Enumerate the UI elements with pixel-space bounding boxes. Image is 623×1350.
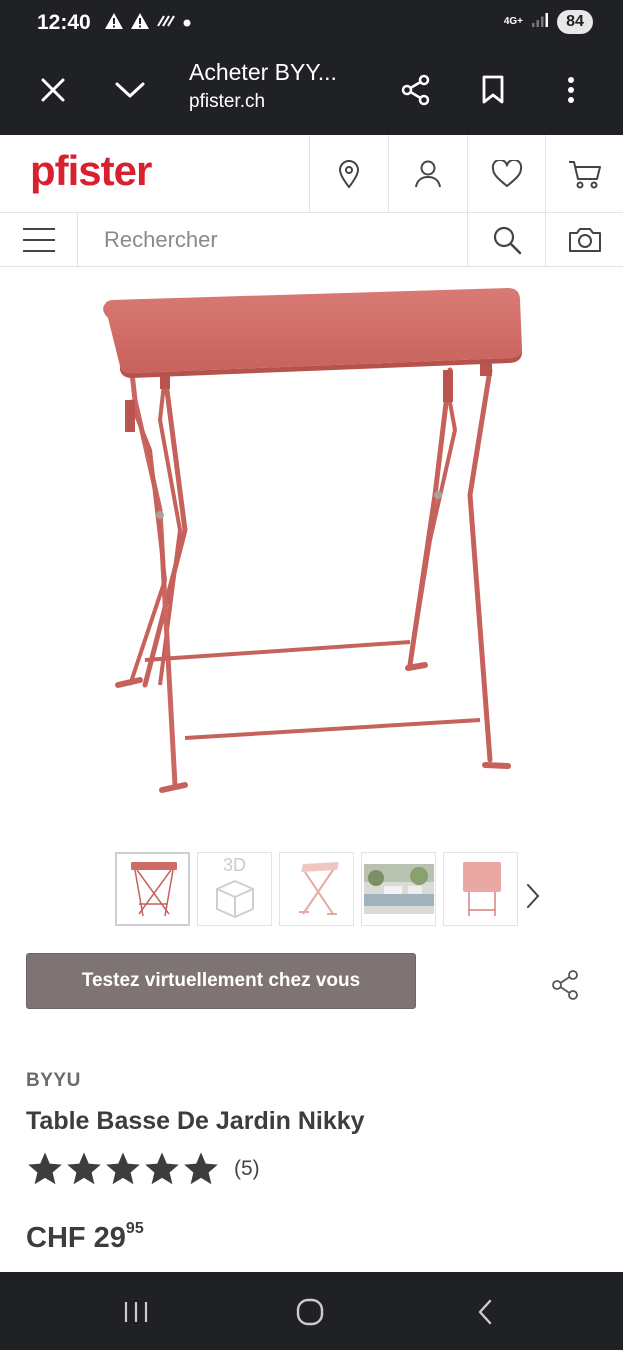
search-input[interactable] xyxy=(104,225,454,255)
close-tab-button[interactable] xyxy=(31,68,75,112)
network-type: 4G+ xyxy=(503,16,523,27)
minimize-button[interactable] xyxy=(108,68,152,112)
home-icon xyxy=(296,1298,324,1326)
star-icon xyxy=(106,1152,140,1185)
review-count: (5) xyxy=(234,1157,260,1180)
recent-apps-icon xyxy=(124,1302,148,1322)
camera-search-button[interactable] xyxy=(545,213,623,266)
share-icon xyxy=(552,970,578,1000)
share-page-button[interactable] xyxy=(394,68,438,112)
site-header: pfister xyxy=(0,135,623,213)
price-cents: 95 xyxy=(125,1220,144,1237)
product-brand[interactable]: BYYU xyxy=(26,1070,81,1092)
dot-icon xyxy=(182,15,192,33)
pfister-logo[interactable]: pfister xyxy=(30,147,152,195)
thumbnail-table-sketch[interactable] xyxy=(279,852,354,926)
more-options-button[interactable] xyxy=(549,68,593,112)
close-icon xyxy=(41,78,65,102)
cube-3d-icon xyxy=(215,880,254,918)
status-right-icons: 4G+ 84 xyxy=(504,10,593,34)
search-bar xyxy=(0,213,623,267)
page-domain: pfister.ch xyxy=(189,91,266,112)
user-icon xyxy=(414,160,441,188)
status-time: 12:40 xyxy=(37,11,91,34)
status-notification-icons xyxy=(104,12,192,35)
page-title: Acheter BYY... xyxy=(189,59,337,85)
thumbnail-table-photo[interactable] xyxy=(115,852,190,926)
data-saver-icon xyxy=(156,14,176,33)
menu-button[interactable] xyxy=(0,213,78,266)
thumbnail-image xyxy=(462,862,501,916)
wishlist-button[interactable] xyxy=(467,135,545,213)
browser-toolbar: Acheter BYY... pfister.ch xyxy=(0,46,623,135)
thumbnail-3d-view[interactable]: 3D xyxy=(197,852,272,926)
star-icon xyxy=(184,1152,218,1185)
price-main: CHF 29 xyxy=(26,1222,126,1254)
more-vertical-icon xyxy=(568,77,574,103)
thumbnail-garden-photo[interactable] xyxy=(361,852,436,926)
cart-button[interactable] xyxy=(545,135,623,213)
battery-indicator: 84 xyxy=(557,10,593,34)
store-locator-button[interactable] xyxy=(309,135,387,213)
back-button[interactable] xyxy=(463,1290,507,1334)
folding-table-illustration xyxy=(103,288,523,793)
cart-icon xyxy=(568,161,601,189)
product-price: CHF 2995 xyxy=(26,1220,144,1255)
bookmark-icon xyxy=(482,75,504,104)
star-icon xyxy=(145,1152,179,1185)
product-main-image[interactable] xyxy=(90,280,540,810)
status-bar: 12:40 4G+ 84 xyxy=(0,0,623,46)
system-navigation-bar xyxy=(0,1272,623,1350)
bookmark-button[interactable] xyxy=(471,68,515,112)
location-pin-icon xyxy=(338,160,359,189)
camera-icon xyxy=(568,227,601,252)
star-icon xyxy=(28,1152,62,1185)
try-virtually-button[interactable]: Testez virtuellement chez vous xyxy=(26,953,416,1009)
back-icon xyxy=(478,1299,492,1325)
next-thumbnail-button[interactable] xyxy=(520,878,546,914)
url-block[interactable]: Acheter BYY... pfister.ch xyxy=(189,59,369,113)
product-rating[interactable]: (5) xyxy=(26,1150,260,1188)
thumbnail-image xyxy=(363,864,434,914)
chevron-down-icon xyxy=(115,82,145,98)
search-icon xyxy=(493,226,521,254)
account-button[interactable] xyxy=(388,135,466,213)
share-icon xyxy=(401,74,430,106)
thumbnail-folded-table[interactable] xyxy=(443,852,518,926)
hamburger-menu-icon xyxy=(22,227,55,252)
signal-icon xyxy=(531,12,549,33)
recent-apps-button[interactable] xyxy=(114,1290,158,1334)
chevron-right-icon xyxy=(527,884,540,908)
warning-icon xyxy=(104,12,124,35)
thumbnail-3d-label: 3D xyxy=(222,855,246,875)
product-name: Table Basse De Jardin Nikky xyxy=(26,1107,365,1135)
share-product-button[interactable] xyxy=(548,968,582,1002)
home-button[interactable] xyxy=(288,1290,332,1334)
thumbnail-strip: 3D xyxy=(115,852,518,926)
thumbnail-image xyxy=(298,862,339,915)
rating-stars xyxy=(26,1150,220,1188)
warning-icon xyxy=(130,12,150,35)
search-button[interactable] xyxy=(467,213,545,266)
heart-icon xyxy=(491,160,522,187)
thumbnail-image xyxy=(130,862,177,917)
star-icon xyxy=(67,1152,101,1185)
